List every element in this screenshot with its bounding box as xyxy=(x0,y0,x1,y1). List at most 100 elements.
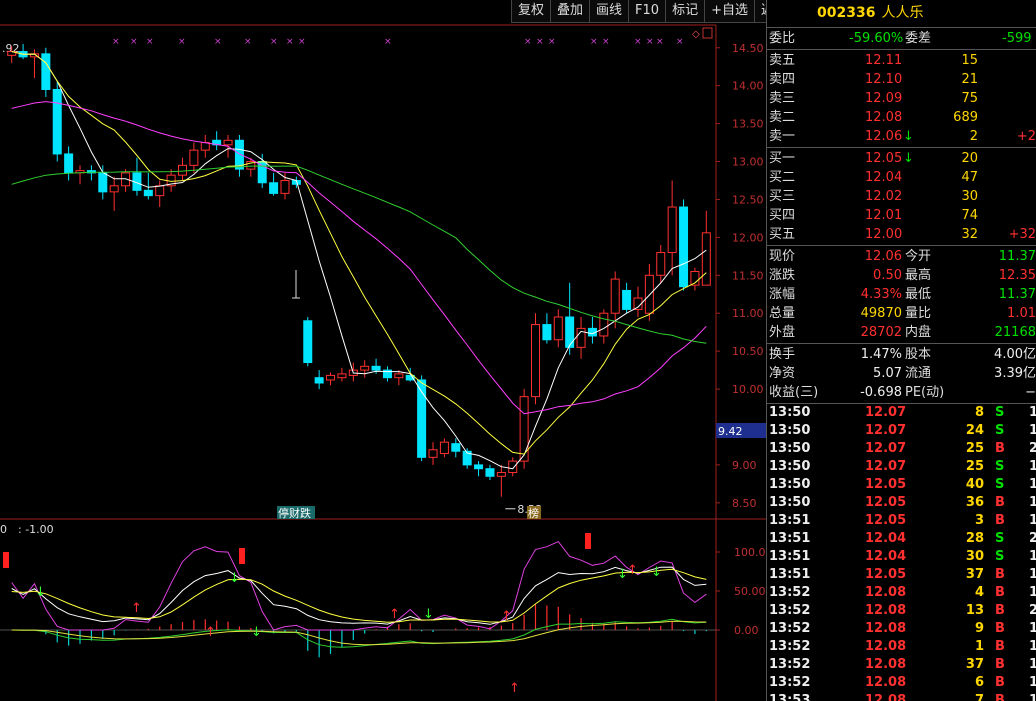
kline-chart-area[interactable]: 14.50 14.00 13.50 13.00 12.50 12.00 11.50 11.00… xyxy=(0,0,795,701)
chart-toolbar: 复权叠加画线F10标记+自选返回 xyxy=(511,0,795,23)
bid-change: +32 xyxy=(1008,227,1036,242)
toolbar-btn-3[interactable]: F10 xyxy=(628,0,667,23)
candle-body xyxy=(189,149,199,166)
ask-row[interactable]: 卖五 12.11 15 xyxy=(767,51,1036,70)
price-axis: 14.50 14.00 13.50 13.00 12.50 12.00 11.50 11.00… xyxy=(716,42,764,510)
bid-row[interactable]: 买四 12.01 74 xyxy=(767,206,1036,225)
candle-body xyxy=(223,139,233,146)
quote-value: 12.35 xyxy=(998,268,1036,283)
down-arrow-icon: ↓ xyxy=(903,129,914,144)
toolbar-btn-4[interactable]: 标记 xyxy=(665,0,706,23)
bid-price: 12.01 xyxy=(865,208,903,223)
tick-side: S xyxy=(995,459,1005,474)
ask-row[interactable]: 卖四 12.10 21 xyxy=(767,70,1036,89)
ask-price: 12.08 xyxy=(865,110,903,125)
signal-mark: × xyxy=(536,37,544,47)
quote-value: 12.06 xyxy=(864,249,902,264)
price-tick-label: 14.00 xyxy=(732,80,764,93)
tick-time: 13:51 xyxy=(769,513,811,528)
tick-row[interactable]: 13:51 12.04 30 S 1 xyxy=(767,548,1036,566)
tick-time: 13:50 xyxy=(769,405,811,420)
tick-side: B xyxy=(995,675,1005,690)
tick-row[interactable]: 13:50 12.07 25 B 2 xyxy=(767,440,1036,458)
ask-row[interactable]: 卖一 12.06 ↓ 2 +2 xyxy=(767,127,1036,146)
ask-row[interactable]: 卖二 12.08 689 xyxy=(767,108,1036,127)
bid-row[interactable]: 买二 12.04 47 xyxy=(767,168,1036,187)
candle-body xyxy=(269,182,279,194)
tick-count: 1 xyxy=(1029,476,1036,494)
current-price-tag-text: 9.42 xyxy=(718,425,743,438)
finance-value: 4.00亿 xyxy=(994,347,1036,362)
tick-time: 13:53 xyxy=(769,693,811,701)
down-arrow-icon: ↓ xyxy=(423,607,434,622)
tick-list[interactable]: 13:5012.078S113:5012.0724S113:5012.0725B… xyxy=(767,404,1036,701)
tick-time: 13:52 xyxy=(769,639,811,654)
d-line xyxy=(11,568,707,623)
toolbar-btn-2[interactable]: 画线 xyxy=(589,0,630,23)
toolbar-btn-0[interactable]: 复权 xyxy=(511,0,552,23)
ask-label: 卖三 xyxy=(769,91,796,106)
ask-price: 12.06 xyxy=(865,129,903,144)
tick-row[interactable]: 13:50 12.07 8S 1 xyxy=(767,404,1036,422)
tick-side: B xyxy=(995,621,1005,636)
tick-row[interactable]: 13:51 12.04 28 S 2 xyxy=(767,530,1036,548)
tick-time: 13:51 xyxy=(769,567,811,582)
tick-row[interactable]: 13:52 12.08 37 B 1 xyxy=(767,656,1036,674)
quote-label: 外盘 xyxy=(769,325,796,340)
kline-chart[interactable]: 14.50 14.00 13.50 13.00 12.50 12.00 11.50 11.00… xyxy=(0,0,766,701)
bid-row[interactable]: 买五 12.00 32 +32 xyxy=(767,225,1036,244)
ask-change: +2 xyxy=(1016,129,1036,144)
ask-volume: 15 xyxy=(961,53,978,68)
tick-row[interactable]: 13:50 12.05 40 S 1 xyxy=(767,476,1036,494)
candle-body xyxy=(337,373,347,379)
tick-count: 2 xyxy=(1029,602,1036,620)
indicator-label: 0 xyxy=(0,523,7,536)
bid-row[interactable]: 买一 12.05 ↓ 20 xyxy=(767,149,1036,168)
down-arrow-icon: ↓ xyxy=(651,565,662,580)
tick-row[interactable]: 13:50 12.07 24 S 1 xyxy=(767,422,1036,440)
tick-row[interactable]: 13:53 12.08 7 B 1 xyxy=(767,692,1036,701)
bid-row[interactable]: 买三 12.02 30 xyxy=(767,187,1036,206)
signal-mark: × xyxy=(656,37,664,47)
ask-label: 卖五 xyxy=(769,53,796,68)
tick-volume: 1 xyxy=(974,639,984,654)
price-tick-label: 11.50 xyxy=(732,269,764,282)
tick-row[interactable]: 13:50 12.07 25 S 1 xyxy=(767,458,1036,476)
tick-row[interactable]: 13:5212.081B1 xyxy=(767,638,1036,656)
ask-volume: 21 xyxy=(961,72,978,87)
tick-volume: 13 xyxy=(965,603,984,618)
candle-body xyxy=(542,324,552,341)
tick-count: 1 xyxy=(1029,548,1036,566)
tick-side: S xyxy=(995,549,1005,564)
tick-row[interactable]: 13:52 12.08 4B 1 xyxy=(767,584,1036,602)
tick-row[interactable]: 13:52 12.08 6B 1 xyxy=(767,674,1036,692)
bid-label: 买一 xyxy=(769,151,796,166)
tick-count: 1 xyxy=(1029,674,1036,692)
candle-body xyxy=(474,464,484,470)
candle-body xyxy=(143,189,153,197)
tick-side: B xyxy=(995,567,1005,582)
tick-row[interactable]: 13:51 12.05 3B 1 xyxy=(767,512,1036,530)
candle-body xyxy=(485,468,495,477)
tick-row[interactable]: 13:50 12.05 36 B 1 xyxy=(767,494,1036,512)
toolbar-btn-5[interactable]: +自选 xyxy=(704,0,755,23)
finance-row: 净资 5.07 流通 3.39亿 xyxy=(767,364,1036,383)
tick-time: 13:50 xyxy=(769,477,811,492)
signal-mark: × xyxy=(130,37,138,47)
tick-price: 12.08 xyxy=(865,693,907,701)
tick-row[interactable]: 13:51 12.05 37 B 1 xyxy=(767,566,1036,584)
quote-value: 1.01 xyxy=(1007,306,1036,321)
toolbar-btn-1[interactable]: 叠加 xyxy=(550,0,591,23)
signal-bar xyxy=(585,533,591,549)
ask-row[interactable]: 卖三 12.09 75 xyxy=(767,89,1036,108)
candle-body xyxy=(109,185,119,193)
quote-row: 涨幅 4.33% 最低 11.37 xyxy=(767,285,1036,304)
tick-row[interactable]: 13:52 12.08 13 B 2 xyxy=(767,602,1036,620)
ask-label: 卖一 xyxy=(769,129,796,144)
candle-body xyxy=(701,232,711,286)
tick-row[interactable]: 13:52 12.08 9B 1 xyxy=(767,620,1036,638)
tick-price: 12.07 xyxy=(865,405,907,420)
price-tick-label: 12.50 xyxy=(732,193,764,206)
candle-body xyxy=(656,252,666,276)
tick-time: 13:51 xyxy=(769,531,811,546)
